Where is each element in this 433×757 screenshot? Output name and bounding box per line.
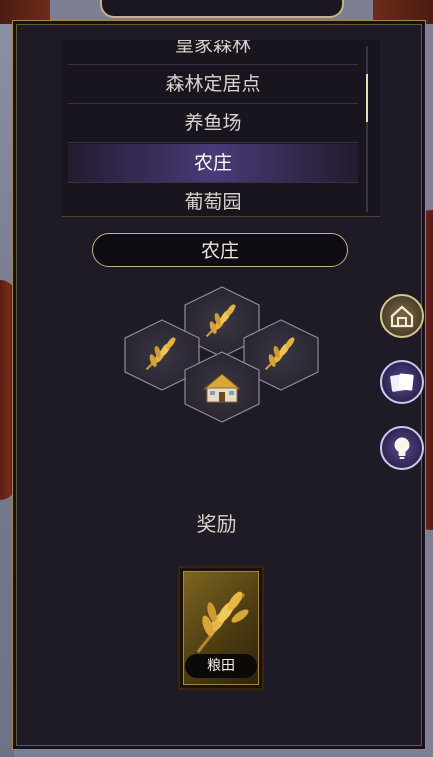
reward-card-label: 粮田 xyxy=(185,654,257,678)
cards-button[interactable] xyxy=(380,360,424,404)
hint-button[interactable] xyxy=(380,426,424,470)
home-button[interactable] xyxy=(380,294,424,338)
list-item-forest-settlement[interactable]: 森林定居点 xyxy=(68,65,358,104)
settlement-list[interactable]: 皇家森林 森林定居点 养鱼场 农庄 葡萄园 xyxy=(62,40,380,217)
selected-name-box: 农庄 xyxy=(92,233,348,267)
home-icon xyxy=(390,305,414,328)
list-item-vineyard[interactable]: 葡萄园 xyxy=(68,183,358,216)
top-bar xyxy=(100,0,344,18)
list-item-fish-farm[interactable]: 养鱼场 xyxy=(68,104,358,143)
reward-card[interactable]: 粮田 xyxy=(178,566,264,690)
lightbulb-icon xyxy=(394,437,410,459)
reward-title: 奖励 xyxy=(196,512,237,536)
scrollbar-thumb[interactable] xyxy=(366,74,368,122)
list-scrollbar[interactable] xyxy=(366,46,368,212)
cards-icon xyxy=(390,373,414,392)
list-item-royal-forest[interactable]: 皇家森林 xyxy=(68,40,358,65)
list-item-farm[interactable]: 农庄 xyxy=(68,144,358,183)
